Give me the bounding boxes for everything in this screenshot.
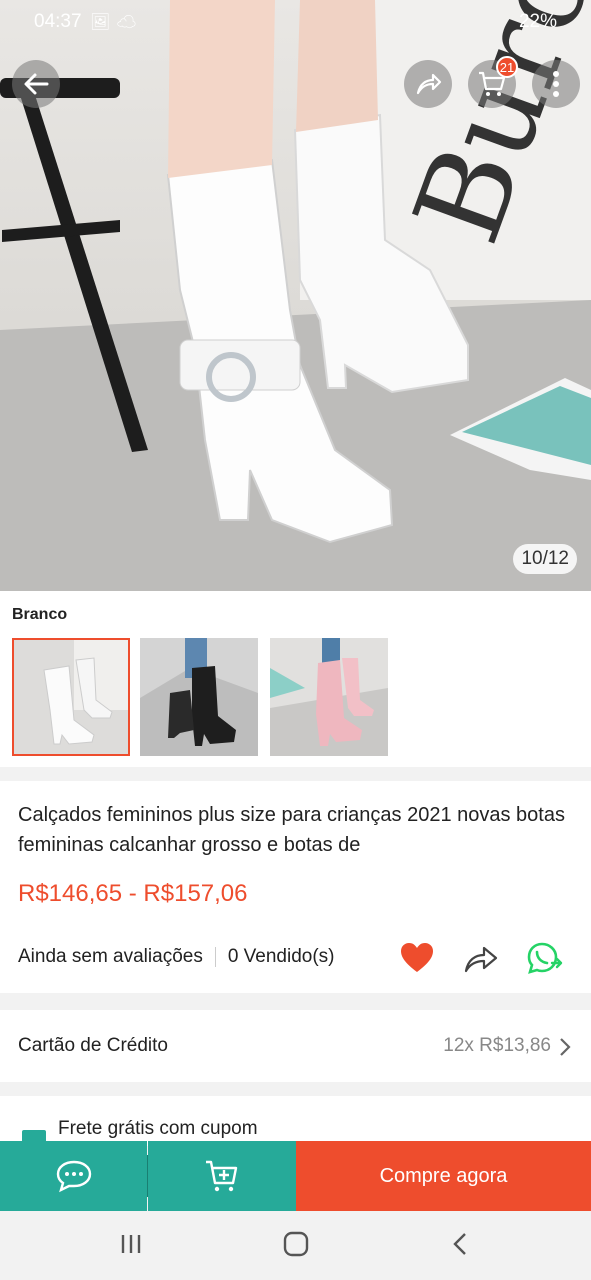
system-back-button[interactable] [452,1232,468,1261]
recent-apps-icon [121,1235,141,1253]
status-time: 04:37 [34,11,82,32]
chevron-right-icon [558,1037,572,1062]
back-button[interactable] [12,60,60,108]
status-bar: 04:37 🖼☁ 22% [0,0,591,44]
variant-thumb-black[interactable] [140,638,258,756]
variant-label: Branco [12,606,68,623]
pink-boot-thumbnail [270,638,388,756]
system-nav-bar [0,1211,591,1280]
recent-apps-button[interactable] [120,1233,142,1260]
cart-button[interactable]: 21 [468,56,518,108]
whatsapp-icon [527,942,563,974]
image-counter: 10/12 [513,544,577,574]
back-chevron-icon [453,1233,466,1255]
heart-icon [401,943,433,972]
bottom-action-bar: Compre agora [0,1141,591,1211]
share-product-button[interactable] [463,943,499,980]
add-to-cart-button[interactable] [148,1141,296,1211]
chat-icon [56,1160,91,1193]
add-to-cart-icon [206,1160,238,1192]
chat-button[interactable] [0,1141,147,1211]
product-stats: Ainda sem avaliações 0 Vendido(s) [18,946,335,968]
notification-icons: 🖼☁ [90,14,143,31]
share-button[interactable] [404,60,452,108]
reviews-text: Ainda sem avaliações [18,946,203,967]
more-options-button[interactable] [532,60,580,108]
payment-label: Cartão de Crédito [18,1035,168,1056]
variant-thumb-white[interactable] [12,638,130,756]
variant-thumb-pink[interactable] [270,638,388,756]
home-button[interactable] [283,1231,309,1262]
black-boot-thumbnail [140,638,258,756]
share-icon [416,73,442,95]
cart-count-badge: 21 [496,56,518,78]
sold-count: 0 Vendido(s) [227,946,335,967]
favorite-button[interactable] [400,942,434,979]
battery-level: 22% [518,11,557,32]
white-boot-thumbnail [14,640,128,754]
product-title: Calçados femininos plus size para crianç… [18,804,565,856]
more-vertical-icon [553,71,559,97]
shipping-label: Frete grátis com cupom [58,1118,258,1139]
product-price: R$146,65 - R$157,06 [18,880,248,907]
stats-divider [214,947,216,967]
home-icon [283,1231,309,1257]
buy-now-button[interactable]: Compre agora [296,1141,591,1211]
share-arrow-icon [464,946,498,973]
installments-value: 12x R$13,86 [443,1035,551,1056]
arrow-left-icon [24,73,49,95]
whatsapp-share-button[interactable] [526,941,564,982]
